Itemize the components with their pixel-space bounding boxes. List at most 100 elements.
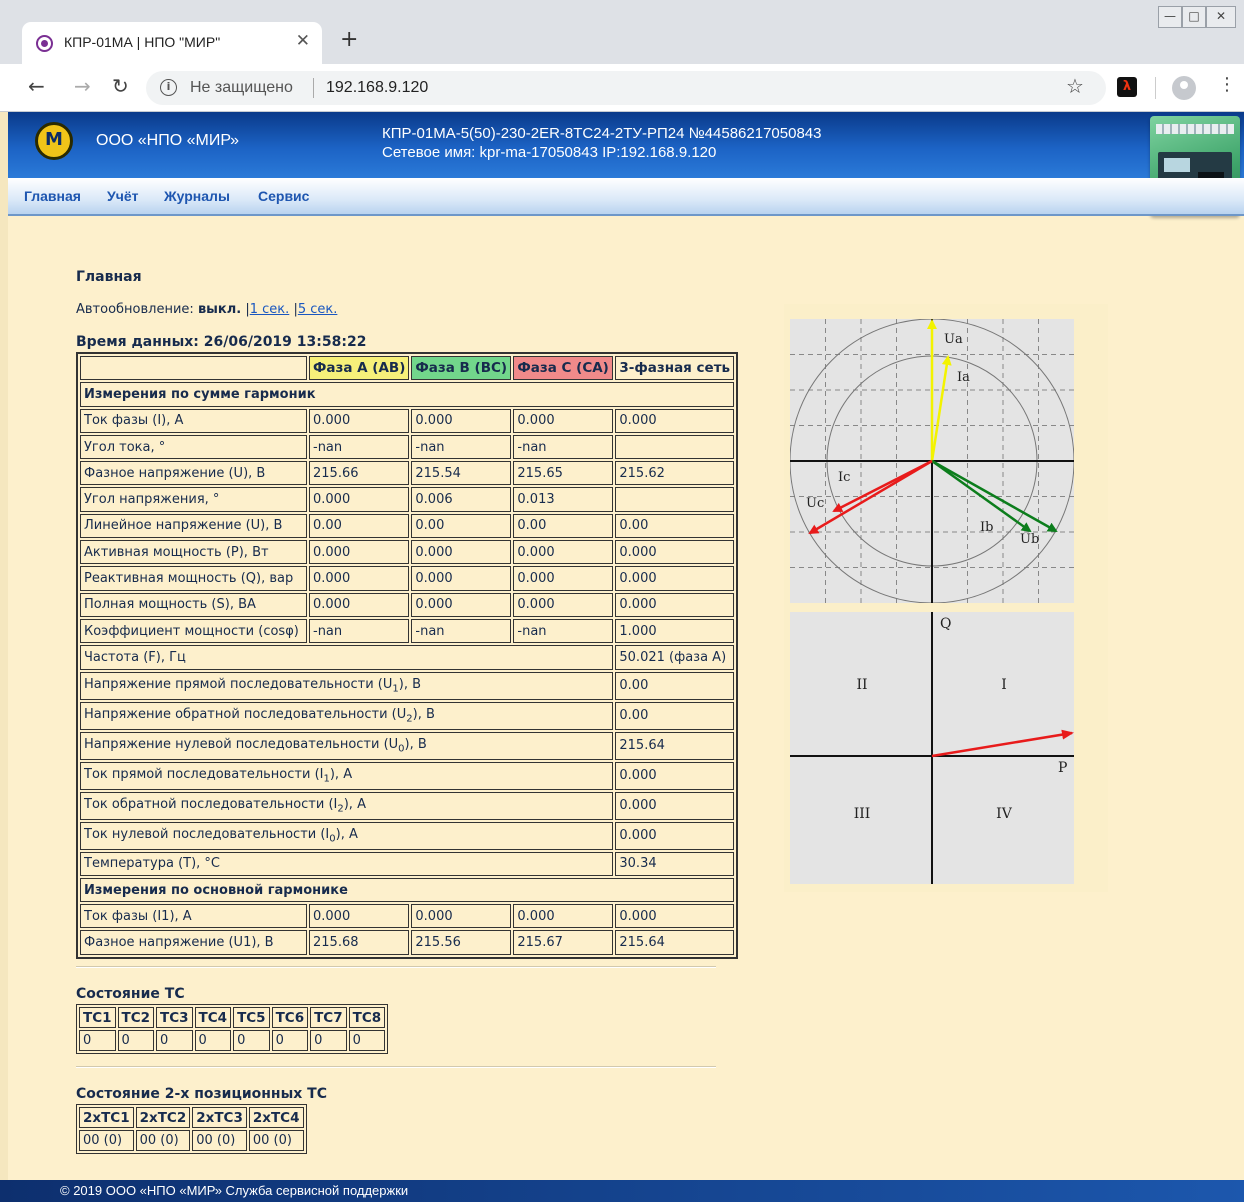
measurements-table: Фаза А (AB) Фаза В (BC) Фаза С (CA) 3-фа… bbox=[76, 352, 739, 959]
close-icon[interactable]: ✕ bbox=[1206, 6, 1236, 28]
row-label: Ток нулевой последовательности (I0), А bbox=[80, 821, 614, 850]
table-row: Полная мощность (S), ВА 0.000 0.000 0.000 0.… bbox=[80, 592, 735, 617]
tc-value-cell: 0 bbox=[348, 1030, 386, 1051]
row-label: Температура (T), °C bbox=[80, 851, 614, 876]
cell-phase-c: 0.000 bbox=[513, 566, 614, 591]
forward-arrow-icon[interactable]: → bbox=[74, 74, 91, 98]
security-status: Не защищено bbox=[190, 79, 293, 96]
tc-header-row: ТС1 ТС2 ТС3 ТС4 ТС5 ТС6 ТС7 ТС8 bbox=[79, 1007, 386, 1028]
tc2-title: Состояние 2-х позиционных ТС bbox=[76, 1086, 327, 1102]
cell-phase-c: -nan bbox=[513, 618, 614, 644]
row-label: Напряжение нулевой последовательности (U… bbox=[80, 731, 614, 760]
tc2-table: 2хТС1 2хТС2 2хТС3 2хТС4 00 (0) 00 (0) 00 (0) 0… bbox=[76, 1104, 307, 1154]
cell-phase-a: 0.000 bbox=[309, 487, 410, 512]
row-label: Реактивная мощность (Q), вар bbox=[80, 566, 307, 591]
vector-label-ub: Ub bbox=[1020, 532, 1039, 547]
cell-phase-b: 0.006 bbox=[411, 487, 512, 512]
info-icon[interactable]: i bbox=[160, 79, 177, 96]
network-info: Сетевое имя: kpr-ma-17050843 IP:192.168.… bbox=[382, 144, 717, 161]
quadrant-iv-label: IV bbox=[996, 806, 1013, 822]
row-label: Напряжение прямой последовательности (U1… bbox=[80, 671, 614, 700]
device-info: КПР-01МА-5(50)-230-2ER-8ТС24-2ТУ-РП24 №4… bbox=[382, 124, 821, 162]
tc-header-cell: ТС5 bbox=[233, 1007, 270, 1028]
row-label: Фазное напряжение (U1), В bbox=[80, 930, 307, 955]
table-row: Температура (T), °C 30.34 bbox=[80, 851, 735, 876]
row-label: Ток прямой последовательности (I1), А bbox=[80, 761, 614, 790]
row-label: Коэффициент мощности (cosφ) bbox=[80, 618, 307, 644]
sequence-rows: Напряжение прямой последовательности (U1… bbox=[80, 671, 735, 850]
cell-phase-b: 0.000 bbox=[411, 592, 512, 617]
vector-label-ia: Ia bbox=[957, 370, 970, 385]
maximize-icon[interactable]: □ bbox=[1182, 6, 1206, 28]
address-bar-row: ← → ↻ i Не защищено 192.168.9.120 ☆ λ ⋮ bbox=[0, 64, 1244, 112]
tc-value-cell: 0 bbox=[156, 1030, 193, 1051]
url-text[interactable]: 192.168.9.120 bbox=[326, 79, 428, 97]
row-label: Ток обратной последовательности (I2), А bbox=[80, 791, 614, 820]
back-arrow-icon[interactable]: ← bbox=[28, 74, 45, 98]
table-row: Линейное напряжение (U), В 0.00 0.00 0.00 0.… bbox=[80, 513, 735, 539]
pdf-icon[interactable]: λ bbox=[1117, 77, 1137, 97]
tc-header-cell: ТС8 bbox=[348, 1007, 386, 1028]
axis-p-label: P bbox=[1058, 760, 1067, 776]
reload-icon[interactable]: ↻ bbox=[112, 74, 129, 98]
cell-phase-a: 0.000 bbox=[309, 592, 410, 617]
table-row: Ток фазы (I1), А 0.000 0.000 0.000 0.000 bbox=[80, 904, 735, 929]
minimize-icon[interactable]: — bbox=[1158, 6, 1182, 28]
cell-3phase: 1.000 bbox=[615, 618, 735, 644]
site-header: ООО «НПО «МИР» КПР-01МА-5(50)-230-2ER-8Т… bbox=[0, 112, 1244, 216]
cell-phase-c: -nan bbox=[513, 434, 614, 460]
nav-item-service[interactable]: Сервис bbox=[258, 188, 309, 204]
menu-kebab-icon[interactable]: ⋮ bbox=[1218, 74, 1236, 95]
tc2-value-cell: 00 (0) bbox=[192, 1130, 247, 1151]
footer-text[interactable]: © 2019 ООО «НПО «МИР» Служба сервисной п… bbox=[60, 1183, 408, 1198]
org-name: ООО «НПО «МИР» bbox=[96, 132, 240, 149]
nav-item-journals[interactable]: Журналы bbox=[164, 188, 230, 204]
quadrant-ii-label: II bbox=[856, 677, 867, 693]
browser-tab[interactable]: КПР-01МА | НПО "МИР" ✕ bbox=[22, 22, 322, 64]
row-label: Фазное напряжение (U), В bbox=[80, 461, 307, 486]
vector-diagram: Ua Ia Ub Ib Uc Ic bbox=[790, 319, 1074, 603]
nav-item-accounting[interactable]: Учёт bbox=[107, 188, 138, 204]
table-row: Фазное напряжение (U), В 215.66 215.54 215.… bbox=[80, 461, 735, 486]
cell-3phase: 0.000 bbox=[615, 791, 735, 820]
tc-header-cell: ТС2 bbox=[117, 1007, 155, 1028]
autorefresh-state: выкл. bbox=[197, 302, 242, 317]
tab-close-icon[interactable]: ✕ bbox=[296, 31, 310, 51]
data-timestamp: Время данных: 26/06/2019 13:58:22 bbox=[76, 334, 367, 350]
tc2-value-row: 00 (0) 00 (0) 00 (0) 00 (0) bbox=[79, 1130, 304, 1151]
row-label: Активная мощность (P), Вт bbox=[80, 540, 307, 565]
favicon-icon bbox=[36, 35, 53, 52]
row-label: Ток фазы (I), А bbox=[80, 408, 307, 433]
row-label: Угол тока, ° bbox=[80, 434, 307, 460]
tc-value-cell: 0 bbox=[310, 1030, 347, 1051]
tc-value-row: 00000000 bbox=[79, 1030, 386, 1051]
cell-phase-c: 0.000 bbox=[513, 540, 614, 565]
nav-item-main[interactable]: Главная bbox=[24, 188, 81, 204]
cell-3phase: 50.021 (фаза А) bbox=[615, 645, 735, 670]
header-cell bbox=[80, 356, 307, 381]
table-row: Частота (F), Гц 50.021 (фаза А) bbox=[80, 645, 735, 670]
cell-phase-c: 0.000 bbox=[513, 408, 614, 433]
table-row: Напряжение обратной последовательности (… bbox=[80, 701, 735, 730]
autorefresh-5s-link[interactable]: 5 сек. bbox=[298, 302, 338, 317]
axis-q-label: Q bbox=[940, 616, 951, 632]
tc-value-cell: 0 bbox=[233, 1030, 270, 1051]
cell-3phase: 0.000 bbox=[615, 540, 735, 565]
url-box[interactable]: i Не защищено 192.168.9.120 bbox=[146, 71, 1106, 105]
vector-label-ua: Ua bbox=[944, 332, 963, 347]
cell-phase-b: -nan bbox=[411, 434, 512, 460]
tc-value-cell: 0 bbox=[194, 1030, 232, 1051]
footer: © 2019 ООО «НПО «МИР» Служба сервисной п… bbox=[0, 1180, 1244, 1202]
new-tab-button[interactable]: + bbox=[340, 27, 358, 52]
cell-3phase bbox=[615, 487, 735, 512]
section-title: Измерения по основной гармонике bbox=[80, 877, 735, 903]
cell-phase-a: 215.68 bbox=[309, 930, 410, 955]
tc-header-cell: ТС3 bbox=[156, 1007, 193, 1028]
autorefresh-label: Автообновление: bbox=[76, 302, 194, 317]
autorefresh-1s-link[interactable]: 1 сек. bbox=[250, 302, 290, 317]
cell-3phase bbox=[615, 434, 735, 460]
tab-title: КПР-01МА | НПО "МИР" bbox=[64, 34, 221, 50]
avatar-icon[interactable] bbox=[1172, 76, 1196, 100]
row-label: Напряжение обратной последовательности (… bbox=[80, 701, 614, 730]
star-icon[interactable]: ☆ bbox=[1066, 74, 1084, 98]
